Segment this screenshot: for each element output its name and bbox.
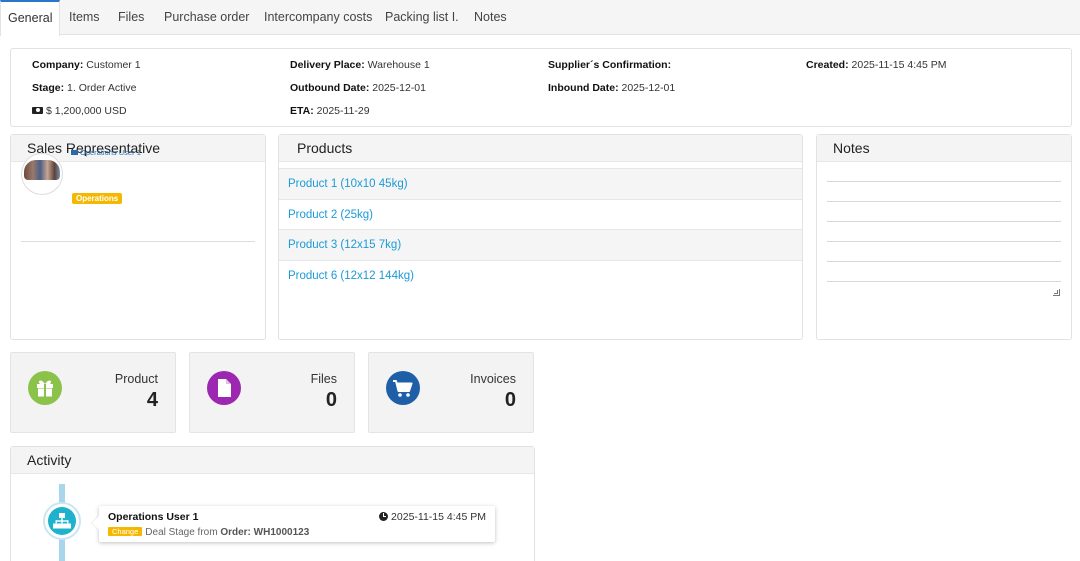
supplier-confirmation-label: Supplier´s Confirmation: (548, 59, 672, 71)
notes-line (827, 181, 1061, 182)
outbound-date-field: Outbound Date: 2025-12-01 (290, 82, 426, 94)
outbound-date-value: 2025-12-01 (372, 82, 426, 94)
activity-text-prefix: Deal Stage from (145, 527, 218, 538)
tab-files[interactable]: Files (118, 0, 144, 35)
mail-icon (71, 149, 78, 155)
eta-value: 2025-11-29 (316, 105, 370, 117)
role-badge: Operations (72, 193, 123, 204)
stat-label: Product (114, 372, 158, 386)
notes-line (827, 261, 1061, 262)
product-item[interactable]: Product 3 (12x15 7kg) (279, 229, 802, 260)
eta-field: ETA: 2025-11-29 (290, 105, 370, 117)
clock-icon (379, 511, 389, 521)
notes-textarea[interactable] (827, 170, 1061, 296)
activity-title: Activity (11, 447, 534, 474)
rep-name-link[interactable]: Operations User 1 (71, 148, 141, 157)
avatar-photo (24, 160, 60, 180)
file-icon (207, 371, 241, 405)
notes-line (827, 201, 1061, 202)
stat-label: Files (310, 372, 337, 386)
divider (21, 241, 255, 242)
stage-value: 1. Order Active (67, 82, 137, 94)
tab-packing-list[interactable]: Packing list I. (385, 0, 459, 35)
sales-representative-panel: Sales Representative Operations User 1 O… (10, 134, 266, 340)
resize-grip-icon[interactable] (1053, 289, 1060, 296)
stat-value: 0 (325, 389, 337, 411)
activity-user: Operations User 1 (108, 511, 199, 523)
stat-value: 4 (146, 389, 158, 411)
stage-field: Stage: 1. Order Active (32, 82, 136, 94)
created-label: Created: (806, 59, 849, 71)
tab-purchase-order[interactable]: Purchase order (164, 0, 249, 35)
inbound-date-label: Inbound Date: (548, 82, 619, 94)
product-item[interactable]: Product 1 (10x10 45kg) (279, 168, 802, 199)
stat-products[interactable]: Product 4 (10, 352, 176, 433)
product-item[interactable]: Product 6 (12x12 144kg) (279, 260, 802, 291)
activity-description: Change Deal Stage from Order: WH1000123 (108, 526, 310, 538)
activity-time: 2025-11-15 4:45 PM (379, 511, 486, 523)
activity-text-bold: Order: WH1000123 (220, 527, 310, 538)
notes-title: Notes (817, 135, 1071, 162)
stat-value: 0 (504, 389, 516, 411)
rep-name: Operations User 1 (80, 148, 141, 157)
stat-files[interactable]: Files 0 (189, 352, 355, 433)
created-value: 2025-11-15 4:45 PM (851, 59, 947, 71)
notes-panel: Notes (816, 134, 1072, 340)
notes-line (827, 241, 1061, 242)
company-value: Customer 1 (86, 59, 141, 71)
money-icon (32, 106, 43, 114)
products-panel: Products Product 1 (10x10 45kg) Product … (278, 134, 803, 340)
notes-line (827, 281, 1061, 282)
activity-entry: Operations User 1 2025-11-15 4:45 PM Cha… (99, 506, 495, 542)
notes-line (827, 221, 1061, 222)
stage-label: Stage: (32, 82, 65, 94)
stat-label: Invoices (470, 372, 516, 386)
outbound-date-label: Outbound Date: (290, 82, 370, 94)
amount-field: $ 1,200,000 USD (32, 105, 127, 117)
delivery-place-label: Delivery Place: (290, 59, 365, 71)
avatar[interactable] (21, 153, 63, 195)
created-field: Created: 2025-11-15 4:45 PM (806, 59, 946, 71)
inbound-date-value: 2025-12-01 (621, 82, 676, 94)
change-badge: Change (108, 526, 143, 536)
company-label: Company: (32, 59, 84, 71)
stat-invoices[interactable]: Invoices 0 (368, 352, 534, 433)
order-info-panel: Company: Customer 1 Stage: 1. Order Acti… (10, 48, 1072, 127)
tab-notes[interactable]: Notes (474, 0, 507, 35)
timeline-node (43, 502, 81, 540)
company-field: Company: Customer 1 (32, 59, 141, 71)
inbound-date-field: Inbound Date: 2025-12-01 (548, 82, 675, 94)
activity-time-value: 2025-11-15 4:45 PM (391, 511, 486, 523)
sitemap-icon (48, 507, 76, 535)
activity-panel: Activity Operations User 1 2025-11-15 4:… (10, 446, 535, 561)
supplier-confirmation-field: Supplier´s Confirmation: (548, 59, 671, 71)
tab-bar: General Items Files Purchase order Inter… (0, 0, 1080, 36)
delivery-place-value: Warehouse 1 (367, 59, 430, 71)
eta-label: ETA: (290, 105, 314, 117)
delivery-place-field: Delivery Place: Warehouse 1 (290, 59, 430, 71)
tab-general[interactable]: General (0, 0, 61, 36)
tab-intercompany-costs[interactable]: Intercompany costs (264, 0, 372, 35)
product-item[interactable]: Product 2 (25kg) (279, 199, 802, 230)
amount-value: $ 1,200,000 USD (46, 105, 127, 117)
tab-items[interactable]: Items (69, 0, 100, 35)
gift-icon (28, 371, 62, 405)
products-title: Products (279, 135, 802, 162)
cart-icon (386, 371, 420, 405)
